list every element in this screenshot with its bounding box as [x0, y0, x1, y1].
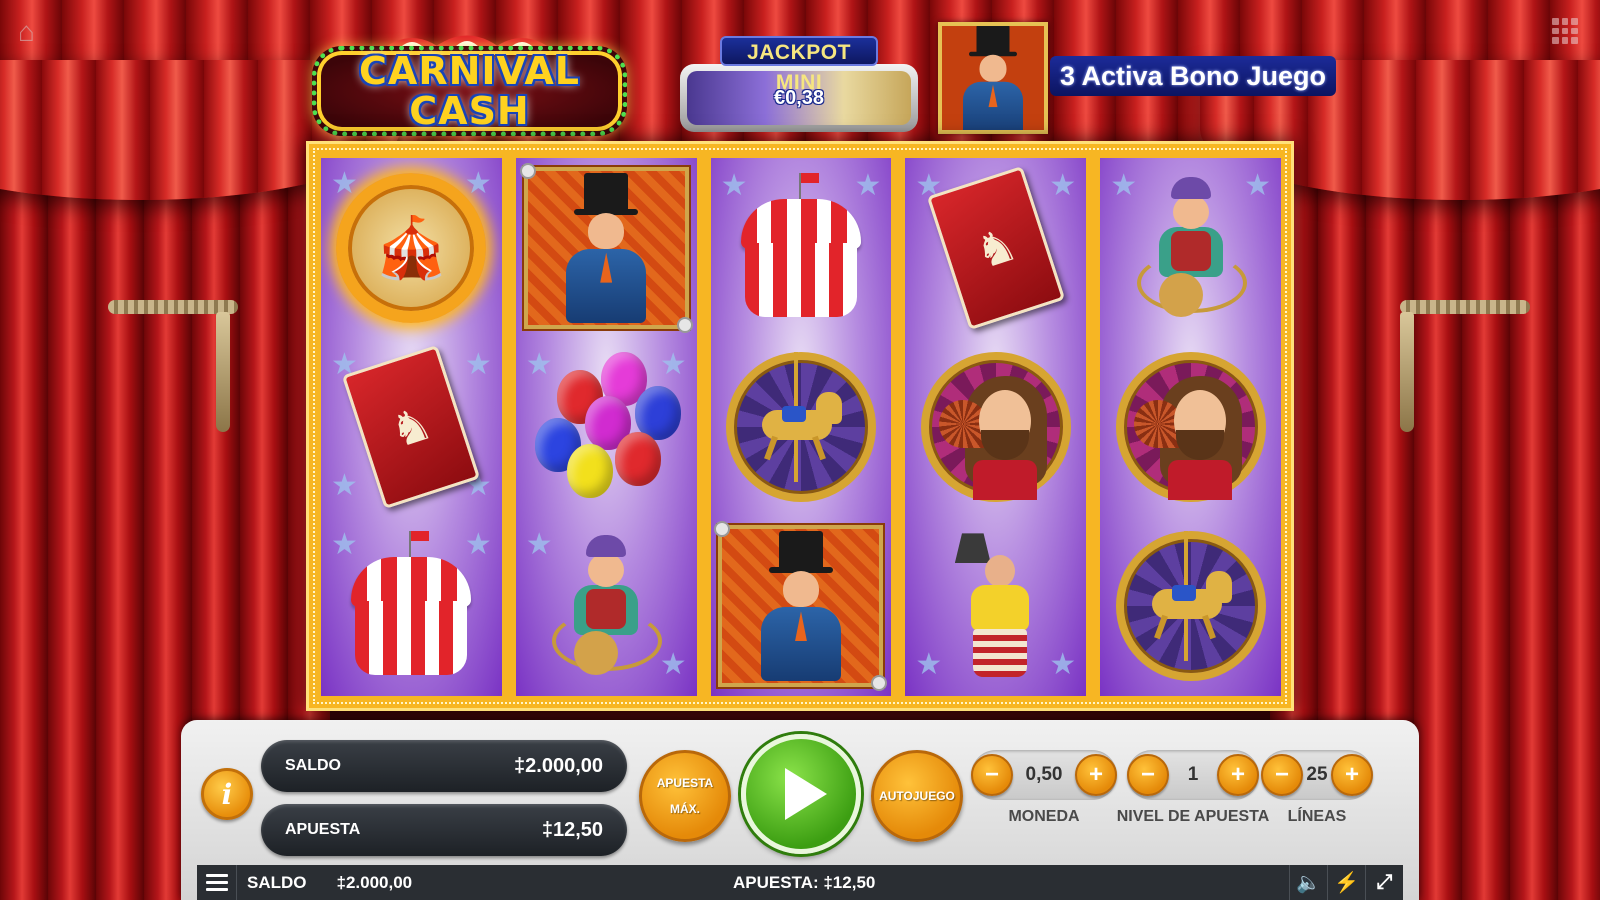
reel-1: ★ ★ 🎪 ★ ★ ★ ★ ♞ ★ ★ — [321, 158, 502, 696]
status-balance-value: ‡2.000,00 — [336, 872, 413, 892]
reel-cell: ★ ★ — [516, 337, 697, 516]
reel-cell — [905, 337, 1086, 516]
jackpot-mini: €0,38 JACKPOT MINI — [680, 34, 918, 134]
lines-increase-button[interactable]: + — [1330, 754, 1373, 796]
reel-cell — [516, 158, 697, 337]
coin-increase-button[interactable]: + — [1074, 754, 1117, 796]
bet-level-label: NIVEL DE APUESTA — [1116, 808, 1270, 825]
bet-label: APUESTA — [285, 821, 361, 838]
bet-level-value: 1 — [1187, 764, 1199, 785]
reel-cell — [711, 517, 892, 696]
hamburger-icon[interactable] — [197, 865, 237, 900]
bonus-ringmaster-thumbnail — [938, 22, 1048, 134]
balance-label: SALDO — [285, 757, 341, 774]
ringmaster-framed-symbol — [519, 162, 693, 333]
reel-cell: ★ ★ ♞ — [905, 158, 1086, 337]
info-button[interactable]: i — [201, 768, 253, 820]
control-panel: i SALDO ‡2.000,00 APUESTA ‡12,50 APUESTA… — [181, 720, 1419, 900]
reel-cell — [711, 337, 892, 516]
carousel-horse-symbol — [1115, 531, 1266, 682]
curtain-tassel-left — [216, 312, 230, 432]
coin-decrease-button[interactable]: − — [971, 754, 1013, 796]
autoplay-label: AUTOJUEGO — [879, 789, 955, 803]
reel-frame: ★ ★ 🎪 ★ ★ ★ ★ ♞ ★ ★ ★ ★ ★ ★ ★ ★ ★ ★ ♞ ★ … — [306, 141, 1294, 711]
balance-display: SALDO ‡2.000,00 — [261, 740, 627, 792]
coin-stepper: − 0,50 + — [971, 750, 1117, 800]
bearded-lady-symbol — [920, 351, 1071, 502]
ringmaster-framed-symbol — [714, 521, 888, 692]
red-card-symbol: ♞ — [926, 165, 1065, 330]
bet-value: ‡12,50 — [541, 818, 603, 841]
coin-label: MONEDA — [1008, 808, 1080, 825]
play-icon — [785, 768, 827, 820]
fire-wagon-symbol: 🎪 — [336, 172, 487, 323]
fullscreen-icon[interactable]: ⤢ — [1365, 865, 1403, 900]
lines-value: 25 — [1306, 764, 1328, 785]
status-bet-text: APUESTA: ‡12,50 — [733, 872, 876, 892]
ringmaster-icon — [751, 531, 851, 682]
reel-cell — [1100, 517, 1281, 696]
curtain-tieback-right — [1400, 300, 1530, 314]
lines-stepper: − 25 + — [1261, 750, 1373, 800]
reel-5: ★ ★ — [1100, 158, 1281, 696]
reel-cell: ★ ★ — [525, 527, 687, 681]
bet-level-increase-button[interactable]: + — [1216, 754, 1259, 796]
ringmaster-icon — [956, 26, 1031, 130]
balloons-symbol — [531, 351, 682, 502]
coin-value: 0,50 — [1025, 764, 1063, 785]
red-card-symbol: ♞ — [342, 344, 481, 510]
lines-decrease-button[interactable]: − — [1261, 754, 1303, 796]
lines-label: LÍNEAS — [1287, 808, 1347, 825]
monkey-trainer-symbol — [1131, 173, 1251, 323]
bearded-lady-symbol — [1115, 351, 1266, 502]
max-bet-label-line2: MÁX. — [670, 802, 700, 816]
autoplay-button[interactable]: AUTOJUEGO — [871, 750, 963, 842]
reels-grid: ★ ★ 🎪 ★ ★ ★ ★ ♞ ★ ★ ★ ★ ★ ★ ★ ★ ★ ★ ♞ ★ … — [321, 158, 1281, 696]
horse-icon — [1136, 531, 1246, 662]
horse-icon — [746, 351, 856, 482]
home-icon[interactable]: ⌂ — [18, 18, 48, 46]
status-balance-label: SALDO — [247, 872, 307, 892]
logo-text-line1: CARNIVAL — [359, 49, 580, 93]
strongman-symbol — [941, 531, 1051, 681]
jackpot-title: JACKPOT MINI — [720, 36, 878, 94]
lightning-icon[interactable]: ⚡ — [1327, 865, 1365, 900]
logo-text-line2: CASH — [409, 89, 530, 133]
speaker-icon[interactable]: 🔈 — [1289, 865, 1327, 900]
reel-cell: ★ ★ — [711, 158, 892, 337]
circus-tent-symbol — [341, 531, 481, 681]
carousel-horse-symbol — [725, 351, 876, 502]
reel-cell — [1100, 337, 1281, 516]
reel-3: ★ ★ — [710, 158, 892, 696]
status-bar: SALDO ‡2.000,00 APUESTA: ‡12,50 🔈 ⚡ ⤢ — [197, 865, 1403, 900]
reel-cell: ★ ★ — [905, 517, 1086, 696]
monkey-trainer-symbol — [546, 531, 666, 681]
ringmaster-icon — [556, 172, 656, 323]
reel-cell: ★ ★ ★ ★ ♞ — [321, 337, 502, 516]
balance-value: ‡2.000,00 — [514, 754, 603, 777]
max-bet-button[interactable]: APUESTA MÁX. — [639, 750, 731, 842]
reel-cell: ★ ★ — [1100, 158, 1281, 337]
bet-level-decrease-button[interactable]: − — [1127, 754, 1169, 796]
game-logo: CARNIVAL CASH — [312, 18, 627, 136]
circus-tent-symbol — [731, 172, 871, 323]
bonus-trigger-text: 3 Activa Bono Juego — [1050, 56, 1337, 96]
grid-icon[interactable] — [1552, 18, 1578, 44]
max-bet-label-line1: APUESTA — [656, 776, 714, 790]
reel-cell: ★ ★ — [321, 517, 502, 696]
curtain-tassel-right — [1400, 312, 1414, 432]
reel-4: ★ ★ ♞ ★ ★ — [905, 158, 1087, 696]
game-stage: ⌂ CARNIVAL CASH €0,38 JACKPOT MINI 3 Ac — [0, 0, 1600, 900]
reel-2: ★ ★ ★ ★ — [515, 158, 697, 696]
bet-display: APUESTA ‡12,50 — [261, 804, 627, 856]
bet-level-stepper: − 1 + — [1127, 750, 1259, 800]
spin-button[interactable] — [741, 734, 861, 854]
reel-cell: ★ ★ 🎪 — [321, 158, 502, 337]
